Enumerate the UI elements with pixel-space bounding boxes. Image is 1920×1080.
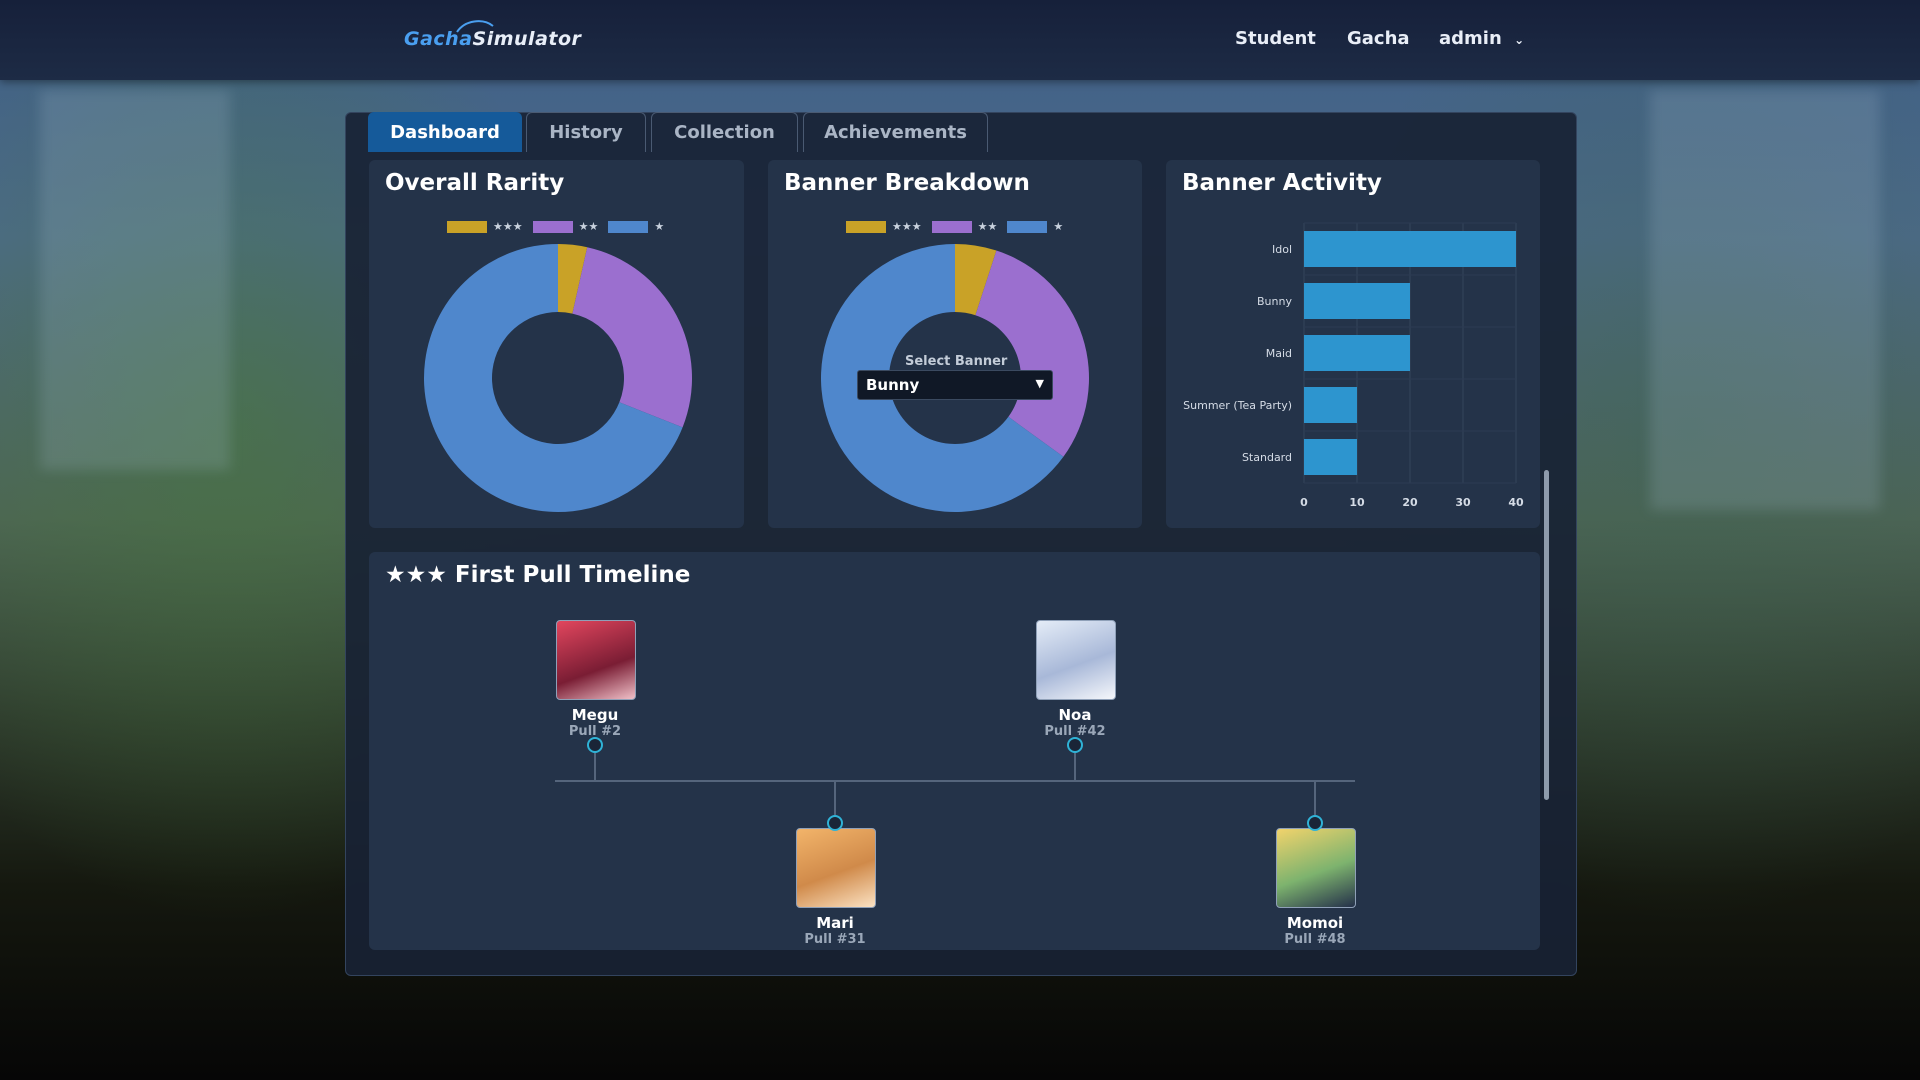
timeline-connector [1074, 753, 1076, 780]
scrollbar[interactable] [1544, 470, 1549, 800]
legend-swatch-one-star [1007, 220, 1048, 233]
y-category-label: Standard [1242, 451, 1292, 464]
banner-activity-bar-chart: 0 10 20 30 40 Idol Bunny Maid Summer (Tea Party)… [1183, 222, 1524, 509]
tab-dashboard[interactable]: Dashboard [368, 112, 522, 152]
timeline-character-name: Noa [1058, 706, 1092, 724]
timeline-character-name: Momoi [1286, 914, 1344, 932]
x-tick-label: 30 [1455, 496, 1471, 509]
legend-label-one-star: ★ [1053, 220, 1064, 233]
banner-select[interactable]: Bunny ▼ [857, 370, 1053, 400]
legend-swatch-two-star [931, 220, 972, 233]
bar-bunny[interactable] [1304, 283, 1410, 319]
donut-slice-two-star[interactable] [572, 247, 692, 428]
timeline-connector [1314, 782, 1316, 815]
chevron-down-icon: ▼ [1035, 377, 1044, 390]
app-logo[interactable]: GachaSimulator [404, 28, 581, 50]
x-tick-label: 0 [1300, 496, 1308, 509]
x-tick-label: 40 [1508, 496, 1524, 509]
timeline-pull-number: Pull #48 [1284, 932, 1346, 947]
x-tick-label: 20 [1402, 496, 1418, 509]
bar-idol[interactable] [1304, 231, 1516, 267]
avatar[interactable] [556, 620, 636, 700]
tab-history[interactable]: History [526, 112, 646, 152]
bar-standard[interactable] [1304, 439, 1357, 475]
first-pull-timeline-card: ★★★ First Pull Timeline [369, 552, 1540, 950]
timeline-marker [587, 737, 603, 753]
timeline-marker [1307, 815, 1323, 831]
timeline-marker [827, 815, 843, 831]
legend-swatch-two-star [532, 220, 573, 233]
top-navbar: GachaSimulator Student Gacha admin ⌄ [0, 0, 1920, 80]
avatar[interactable] [1036, 620, 1116, 700]
chevron-down-icon: ⌄ [1514, 33, 1525, 47]
y-category-label: Maid [1266, 347, 1292, 360]
tab-collection[interactable]: Collection [651, 112, 798, 152]
overall-rarity-donut-chart [424, 244, 692, 512]
nav-gacha[interactable]: Gacha [1347, 28, 1410, 49]
background-building-right [1650, 90, 1880, 510]
timeline-character-name: Megu [571, 706, 619, 724]
timeline-connector [834, 782, 836, 815]
legend-label-one-star: ★ [654, 220, 665, 233]
user-name: admin [1439, 28, 1502, 49]
nav-student[interactable]: Student [1235, 28, 1316, 49]
y-category-label: Summer (Tea Party) [1183, 399, 1292, 412]
logo-text-simulator: Simulator [472, 28, 582, 50]
legend-label-two-star: ★★ [977, 220, 998, 233]
overall-rarity-legend: ★★★ ★★ ★ [447, 220, 674, 233]
bar-maid[interactable] [1304, 335, 1410, 371]
logo-text-gacha: Gacha [404, 28, 473, 50]
legend-label-three-star: ★★★ [892, 220, 922, 233]
timeline-axis [555, 780, 1355, 782]
x-tick-label: 10 [1349, 496, 1365, 509]
tab-achievements[interactable]: Achievements [803, 112, 988, 152]
legend-swatch-three-star [846, 220, 886, 233]
legend-swatch-three-star [447, 220, 487, 233]
timeline-title: ★★★ First Pull Timeline [385, 562, 691, 588]
y-category-label: Bunny [1257, 295, 1292, 308]
legend-label-three-star: ★★★ [493, 220, 523, 233]
banner-breakdown-title: Banner Breakdown [784, 170, 1030, 196]
legend-label-two-star: ★★ [578, 220, 599, 233]
banner-activity-title: Banner Activity [1182, 170, 1382, 196]
timeline-marker [1067, 737, 1083, 753]
banner-breakdown-legend: ★★★ ★★ ★ [846, 220, 1073, 233]
banner-select-value: Bunny [866, 376, 920, 394]
bar-summer-tea-party[interactable] [1304, 387, 1357, 423]
timeline-pull-number: Pull #31 [804, 932, 866, 947]
avatar[interactable] [1276, 828, 1356, 908]
select-banner-label: Select Banner [905, 354, 1008, 369]
y-category-label: Idol [1272, 243, 1292, 256]
user-menu[interactable]: admin ⌄ [1439, 28, 1524, 49]
overall-rarity-title: Overall Rarity [385, 170, 565, 196]
avatar[interactable] [796, 828, 876, 908]
legend-swatch-one-star [608, 220, 649, 233]
background-building-left [40, 90, 230, 470]
timeline-character-name: Mari [816, 914, 854, 932]
timeline-connector [594, 753, 596, 780]
